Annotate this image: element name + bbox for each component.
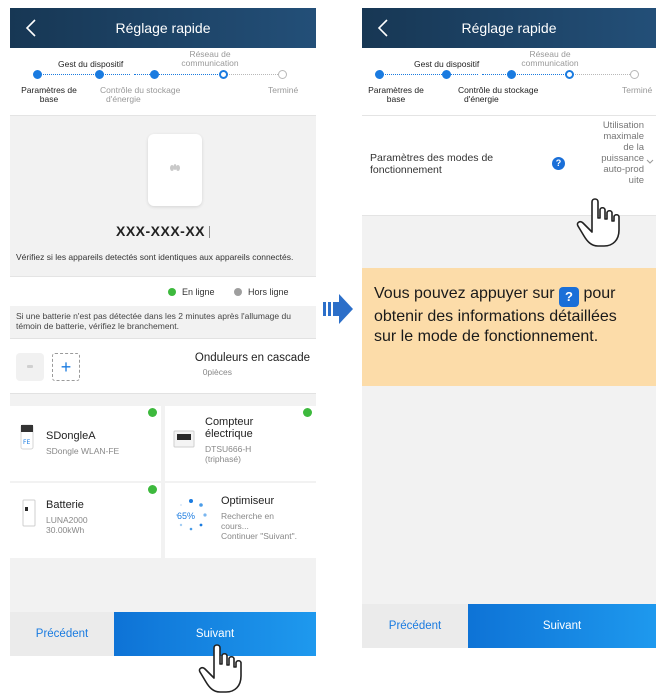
online-badge-icon bbox=[148, 485, 157, 494]
cascade-count: 0pièces bbox=[202, 367, 232, 377]
cascade-title: Onduleurs en cascade bbox=[194, 352, 310, 364]
device-model-1: LUNA2000 bbox=[46, 515, 88, 525]
app-header: Réglage rapide bbox=[362, 8, 656, 48]
header-title: Réglage rapide bbox=[115, 20, 211, 36]
search-status-1: Recherche en bbox=[221, 511, 274, 521]
device-battery[interactable]: Batterie LUNA2000 30.00kWh bbox=[10, 483, 161, 558]
next-step-arrow-icon bbox=[323, 294, 353, 324]
step-dot-done bbox=[33, 70, 42, 79]
battery-note: Si une batterie n'est pas détectée dans … bbox=[10, 306, 316, 338]
step-label-reseau-2: communication bbox=[521, 58, 579, 68]
step-label-params-2: base bbox=[386, 94, 406, 104]
tap-hand-icon bbox=[198, 644, 242, 693]
device-grid: FE SDongleA SDongle WLAN-FE Compteur éle… bbox=[10, 406, 316, 558]
router-image bbox=[148, 134, 202, 206]
tap-hand-icon bbox=[576, 198, 620, 247]
step-dot-current bbox=[219, 70, 228, 79]
device-model: SDongle WLAN-FE bbox=[46, 446, 120, 456]
power-meter-icon bbox=[173, 430, 195, 448]
help-icon[interactable]: ? bbox=[552, 157, 565, 170]
step-dot-current bbox=[565, 70, 574, 79]
legend-offline: Hors ligne bbox=[234, 287, 289, 297]
online-badge-icon bbox=[148, 408, 157, 417]
step-label-params-2: base bbox=[39, 94, 59, 104]
step-label-stockage-2: d'énergie bbox=[106, 94, 141, 104]
device-name: Batterie bbox=[46, 499, 84, 511]
step-dot-done bbox=[507, 70, 516, 79]
header-title: Réglage rapide bbox=[461, 20, 557, 36]
device-model-1: DTSU666-H bbox=[205, 444, 252, 454]
device-serial: XXX-XXX-XX bbox=[10, 223, 316, 239]
step-dot-pending bbox=[278, 70, 287, 79]
device-meter[interactable]: Compteur électrique DTSU666-H (triphasé) bbox=[165, 406, 316, 481]
device-name-2: électrique bbox=[205, 428, 253, 440]
back-arrow-icon[interactable] bbox=[374, 16, 394, 40]
sdongle-icon: FE bbox=[20, 424, 34, 450]
cascade-row: + Onduleurs en cascade 0pièces bbox=[10, 338, 316, 394]
online-badge-icon bbox=[303, 408, 312, 417]
left-screen: Réglage rapide Gest du dispositif Réseau… bbox=[10, 8, 316, 656]
back-arrow-icon[interactable] bbox=[22, 16, 42, 40]
step-dot-done bbox=[375, 70, 384, 79]
svg-text:FE: FE bbox=[23, 439, 30, 446]
device-name-1: Compteur bbox=[205, 416, 254, 428]
step-dot-done bbox=[442, 70, 451, 79]
operating-mode-label: Paramètres des modes de fonctionnement bbox=[370, 152, 494, 176]
footer-bar: Précédent Suivant bbox=[362, 604, 656, 648]
right-screen: Réglage rapide Gest du dispositif Réseau… bbox=[362, 8, 656, 648]
device-model-2: (triphasé) bbox=[205, 454, 241, 464]
step-dot-done bbox=[95, 70, 104, 79]
progress-steps: Gest du dispositif Réseau de communicati… bbox=[362, 48, 656, 116]
device-sdongle[interactable]: FE SDongleA SDongle WLAN-FE bbox=[10, 406, 161, 481]
offline-dot-icon bbox=[234, 288, 242, 296]
device-model-2: 30.00kWh bbox=[46, 525, 85, 535]
verify-text: Vérifiez si les appareils detectés sont … bbox=[16, 252, 294, 262]
previous-button[interactable]: Précédent bbox=[362, 604, 468, 648]
step-label-stockage-2: d'énergie bbox=[464, 94, 499, 104]
status-legend: En ligne Hors ligne bbox=[10, 276, 316, 306]
add-inverter-button[interactable]: + bbox=[52, 353, 80, 381]
operating-mode-value: Utilisation maximale de la puissance aut… bbox=[601, 120, 644, 186]
step-label-gest: Gest du dispositif bbox=[414, 59, 480, 69]
device-optimizer[interactable]: 65% Optimiseur Recherche en cours... Con… bbox=[165, 483, 316, 558]
step-label-gest: Gest du dispositif bbox=[58, 59, 124, 69]
device-name: SDongleA bbox=[46, 430, 96, 442]
progress-steps: Gest du dispositif Réseau de communicati… bbox=[10, 48, 316, 116]
step-label-termine: Terminé bbox=[268, 85, 299, 95]
footer-bar: Précédent Suivant bbox=[10, 612, 316, 656]
step-label-termine: Terminé bbox=[622, 85, 653, 95]
step-label-reseau-2: communication bbox=[181, 58, 239, 68]
search-progress-value: 65% bbox=[177, 511, 196, 521]
previous-button[interactable]: Précédent bbox=[10, 612, 114, 656]
search-status-2: cours... bbox=[221, 521, 249, 531]
device-name: Optimiseur bbox=[221, 495, 275, 507]
tip-box: Vous pouvez appuyer sur ? pour obtenir d… bbox=[362, 268, 656, 386]
inverter-thumbnail bbox=[16, 353, 44, 381]
step-dot-pending bbox=[630, 70, 639, 79]
battery-icon bbox=[22, 499, 36, 527]
tip-text-1: Vous pouvez appuyer sur bbox=[374, 285, 555, 302]
chevron-down-icon bbox=[646, 159, 654, 164]
device-card: XXX-XXX-XX Vérifiez si les appareils det… bbox=[10, 116, 316, 276]
next-button[interactable]: Suivant bbox=[468, 604, 656, 648]
legend-online: En ligne bbox=[168, 287, 215, 297]
search-status-3: Continuer "Suivant". bbox=[221, 531, 297, 541]
app-header: Réglage rapide bbox=[10, 8, 316, 48]
step-dot-done bbox=[150, 70, 159, 79]
online-dot-icon bbox=[168, 288, 176, 296]
help-icon: ? bbox=[559, 287, 580, 307]
huawei-logo-icon bbox=[170, 164, 180, 171]
